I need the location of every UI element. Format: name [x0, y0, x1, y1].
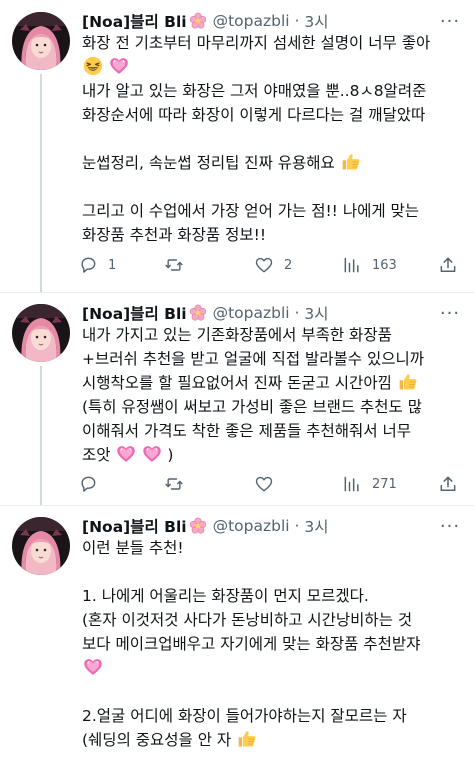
separator-dot: · — [289, 304, 305, 322]
views-button[interactable]: 163 — [342, 253, 397, 277]
cherry-blossom-icon — [189, 12, 207, 30]
text-line-blank — [82, 175, 468, 199]
reply-button[interactable] — [78, 472, 108, 496]
retweet-icon — [165, 478, 183, 490]
text-line-emoji — [82, 55, 468, 79]
text-line: +브러쉬 추천을 받고 얼굴에 직접 발라볼수 있으니까 — [82, 350, 425, 368]
tweet-text: 내가 가지고 있는 기존화장품에서 부족한 화장품 +브러쉬 추천을 받고 얼굴… — [82, 323, 468, 467]
views-icon — [344, 476, 359, 492]
text-line: 시행착오를 할 필요없어서 진짜 돈굳고 시간아낌 — [82, 374, 392, 392]
views-count: 163 — [372, 257, 397, 273]
thumbs-up-icon — [237, 729, 257, 749]
text-line: 조앗 — [82, 446, 111, 464]
reply-count: 1 — [108, 257, 117, 273]
views-icon — [344, 257, 359, 273]
tweet-1[interactable]: [Noa]블리 Bli @topazbli · 3시 ··· 화장 전 기초부터… — [0, 0, 474, 292]
avatar[interactable] — [12, 12, 70, 70]
retweet-button[interactable] — [164, 253, 194, 277]
tweet-2[interactable]: [Noa]블리 Bli @topazbli · 3시 ··· 내가 가지고 있는… — [0, 292, 474, 505]
cherry-blossom-icon — [189, 304, 207, 322]
like-button[interactable]: 2 — [254, 253, 292, 277]
separator-dot: · — [289, 12, 305, 30]
pink-heart-icon — [109, 56, 129, 76]
thumbs-up-icon — [341, 152, 361, 172]
pink-heart-icon — [142, 444, 162, 464]
text-line-with-emoji: 시행착오를 할 필요없어서 진짜 돈굳고 시간아낌 — [82, 371, 468, 395]
laughing-face-icon — [83, 56, 103, 76]
retweet-icon — [165, 259, 183, 271]
reply-icon — [81, 476, 96, 492]
share-icon — [440, 476, 456, 491]
text-line-blank — [82, 680, 468, 704]
text-line-with-emoji: 눈썹정리, 속눈썹 정리팁 진짜 유용해요 — [82, 151, 468, 175]
author-name[interactable]: [Noa]블리 Bli — [82, 302, 187, 324]
tweet-3[interactable]: [Noa]블리 Bli @topazbli · 3시 ··· 이런 분들 추천!… — [0, 505, 474, 765]
separator-dot: · — [289, 517, 305, 535]
text-line: (혼자 이것저것 사다가 돈낭비하고 시간낭비하는 것 — [82, 611, 413, 629]
text-line: 보다 메이크업배우고 자기에게 맞는 화장품 추천받쟈 — [82, 635, 421, 653]
share-icon — [440, 257, 456, 272]
text-line: 그리고 이 수업에서 가장 얻어 가는 점!! 나에게 맞는 — [82, 202, 420, 220]
text-line: 이런 분들 추천! — [82, 539, 184, 557]
text-line: 내가 알고 있는 화장은 그저 야매였을 뿐..8ㅅ8알려준 — [82, 82, 427, 100]
pink-heart-icon — [116, 444, 136, 464]
tweet-actions: 271 — [78, 472, 462, 496]
more-options-icon[interactable]: ··· — [440, 516, 460, 537]
avatar[interactable] — [12, 304, 70, 362]
author-handle[interactable]: @topazbli — [213, 517, 290, 535]
text-line-blank — [82, 127, 468, 151]
share-button[interactable] — [438, 472, 458, 496]
timestamp[interactable]: 3시 — [304, 515, 328, 537]
timestamp[interactable]: 3시 — [304, 302, 328, 324]
text-line: 1. 나에게 어울리는 화장품이 먼지 모르겠다. — [82, 587, 369, 605]
text-line-emoji — [82, 656, 468, 680]
text-line: 화장순서에 따라 화장이 이렇게 다르다는 걸 깨달았따 — [82, 106, 426, 124]
author-handle[interactable]: @topazbli — [213, 12, 290, 30]
tweet-header: [Noa]블리 Bli @topazbli · 3시 — [82, 9, 329, 33]
reply-button[interactable]: 1 — [78, 253, 116, 277]
tweet-text: 화장 전 기초부터 마무리까지 섬세한 설명이 너무 좋아 내가 알고 있는 화… — [82, 31, 468, 247]
thread-connector-line — [40, 74, 42, 292]
author-name[interactable]: [Noa]블리 Bli — [82, 515, 187, 537]
text-line: (쉐딩의 중요성을 안 자 — [82, 731, 232, 749]
text-line: 화장 전 기초부터 마무리까지 섬세한 설명이 너무 좋아 — [82, 34, 431, 52]
cherry-blossom-icon — [189, 517, 207, 535]
tweet-text: 이런 분들 추천! 1. 나에게 어울리는 화장품이 먼지 모르겠다. (혼자 … — [82, 536, 468, 752]
author-handle[interactable]: @topazbli — [213, 304, 290, 322]
tweet-header: [Noa]블리 Bli @topazbli · 3시 — [82, 514, 329, 538]
reply-icon — [81, 257, 96, 273]
thread-connector-line — [40, 366, 42, 505]
text-line: 이해줘서 가격도 착한 좋은 제품들 추천해줘서 너무 — [82, 422, 412, 440]
more-options-icon[interactable]: ··· — [440, 303, 460, 324]
text-line: 화장품 추천과 화장품 정보!! — [82, 226, 267, 244]
author-name[interactable]: [Noa]블리 Bli — [82, 10, 187, 32]
tweet-header: [Noa]블리 Bli @topazbli · 3시 — [82, 301, 329, 325]
closing-paren: ) — [167, 446, 174, 464]
text-line: (특히 유정쌤이 써보고 가성비 좋은 브랜드 추천도 많 — [82, 398, 422, 416]
avatar[interactable] — [12, 517, 70, 575]
like-button[interactable] — [254, 472, 284, 496]
timestamp[interactable]: 3시 — [304, 10, 328, 32]
views-button[interactable]: 271 — [342, 472, 397, 496]
pink-heart-icon — [83, 657, 103, 677]
text-line-with-emoji: (쉐딩의 중요성을 안 자 — [82, 728, 468, 752]
text-line-with-emoji: 조앗 ) — [82, 443, 468, 467]
heart-icon — [255, 257, 273, 273]
more-options-icon[interactable]: ··· — [440, 11, 460, 32]
like-count: 2 — [284, 257, 293, 273]
text-line: 내가 가지고 있는 기존화장품에서 부족한 화장품 — [82, 326, 392, 344]
views-count: 271 — [372, 476, 397, 492]
thumbs-up-icon — [398, 372, 418, 392]
heart-icon — [255, 476, 273, 492]
text-line: 눈썹정리, 속눈썹 정리팁 진짜 유용해요 — [82, 154, 335, 172]
retweet-button[interactable] — [164, 472, 194, 496]
tweet-actions: 1 2 163 — [78, 253, 462, 277]
share-button[interactable] — [438, 253, 458, 277]
text-line-blank — [82, 560, 468, 584]
text-line: 2.얼굴 어디에 화장이 들어가야하는지 잘모르는 자 — [82, 707, 407, 725]
